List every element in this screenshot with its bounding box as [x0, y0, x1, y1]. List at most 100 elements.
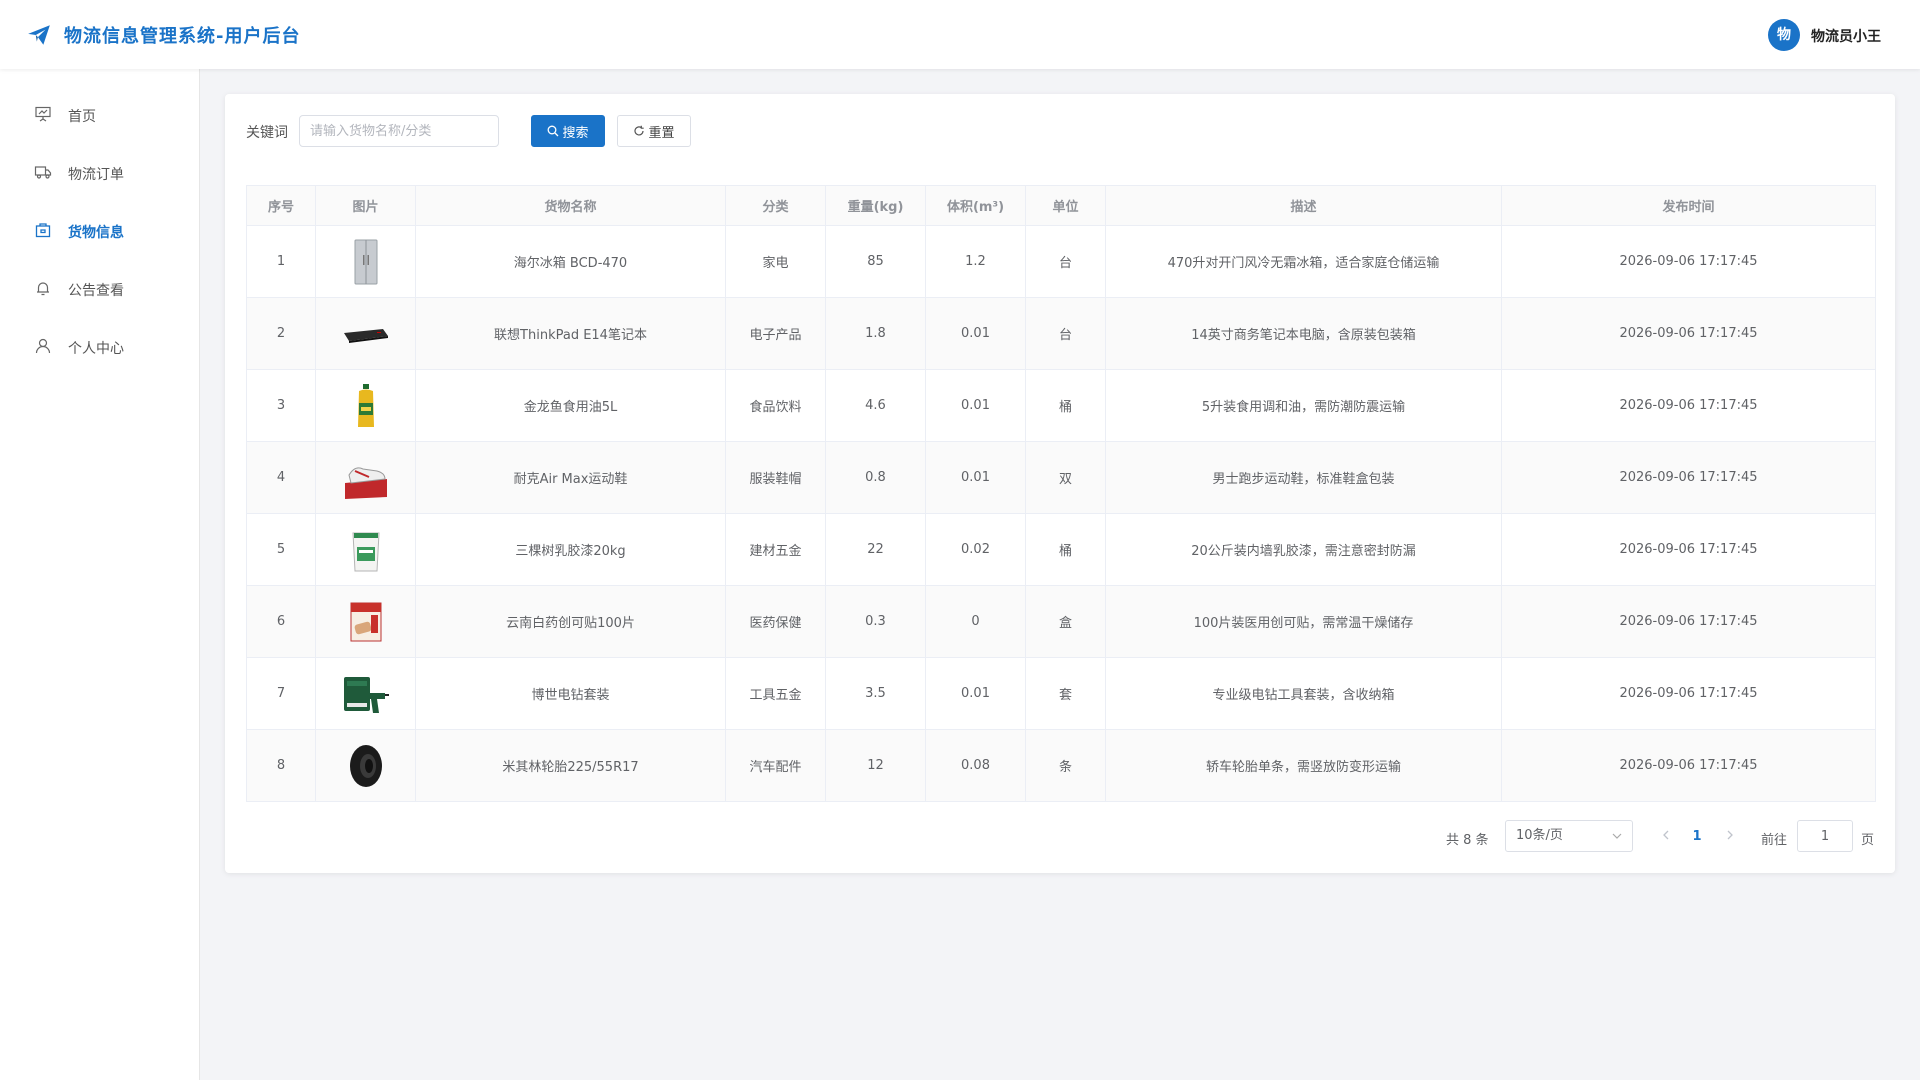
refresh-icon	[634, 125, 645, 136]
sidebar-item-notices[interactable]: 公告查看	[0, 269, 199, 309]
paper-plane-icon	[28, 25, 50, 45]
chevron-right-icon[interactable]	[1723, 828, 1737, 842]
chevron-down-icon	[1612, 833, 1622, 839]
cell-weight: 12	[825, 729, 926, 802]
cell-category: 建材五金	[725, 513, 826, 586]
chevron-left-icon[interactable]	[1659, 828, 1673, 842]
tire-image[interactable]	[341, 741, 391, 791]
page-size-value: 10条/页	[1516, 828, 1563, 843]
cell-desc: 5升装食用调和油，需防潮防震运输	[1105, 369, 1502, 442]
cell-desc: 专业级电钻工具套装，含收纳箱	[1105, 657, 1502, 730]
cell-unit: 桶	[1025, 369, 1106, 442]
table-row[interactable]: 3 金龙鱼食用油5L 食品饮料 4.6 0.01 桶 5升装食用调和油，需防潮防…	[246, 369, 1876, 442]
cell-image	[315, 513, 416, 586]
page-size-select[interactable]: 10条/页	[1505, 820, 1633, 852]
cell-weight: 0.8	[825, 441, 926, 514]
cell-image	[315, 729, 416, 802]
laptop-image[interactable]	[341, 309, 391, 359]
table-row[interactable]: 5 三棵树乳胶漆20kg 建材五金 22 0.02 桶 20公斤装内墙乳胶漆，需…	[246, 513, 1876, 586]
table-row[interactable]: 8 米其林轮胎225/55R17 汽车配件 12 0.08 条 轿车轮胎单条，需…	[246, 729, 1876, 802]
cell-unit: 套	[1025, 657, 1106, 730]
cell-category: 服装鞋帽	[725, 441, 826, 514]
cell-unit: 台	[1025, 297, 1106, 370]
refrigerator-image[interactable]	[341, 237, 391, 287]
search-icon	[548, 125, 559, 137]
search-button-label: 搜索	[562, 125, 589, 141]
cell-volume: 0.01	[925, 369, 1026, 442]
sidebar-item-label: 公告查看	[68, 283, 124, 299]
column-header[interactable]: 体积(m³)	[925, 185, 1026, 226]
cell-unit: 盒	[1025, 585, 1106, 658]
paint-bucket-image[interactable]	[341, 525, 391, 575]
cell-name: 海尔冰箱 BCD-470	[415, 225, 726, 298]
cell-weight: 85	[825, 225, 926, 298]
reset-button-label: 重置	[648, 125, 675, 141]
sidebar-item-orders[interactable]: 物流订单	[0, 153, 199, 193]
cell-desc: 男士跑步运动鞋，标准鞋盒包装	[1105, 441, 1502, 514]
sneakers-image[interactable]	[341, 453, 391, 503]
goto-page-input[interactable]	[1797, 820, 1853, 852]
goods-card: 关键词 搜索 重置 序号 图片 货物名称 分类 重量(kg) 体积(m³) 单位…	[225, 94, 1895, 873]
cell-no: 4	[246, 441, 316, 514]
search-button[interactable]: 搜索	[531, 115, 605, 147]
cell-no: 6	[246, 585, 316, 658]
avatar[interactable]: 物	[1768, 19, 1800, 51]
cell-name: 联想ThinkPad E14笔记本	[415, 297, 726, 370]
column-header[interactable]: 货物名称	[415, 185, 726, 226]
reset-button[interactable]: 重置	[617, 115, 691, 147]
sidebar-item-label: 个人中心	[68, 341, 124, 357]
sidebar-item-label: 首页	[68, 109, 96, 125]
cell-weight: 1.8	[825, 297, 926, 370]
column-header[interactable]: 序号	[246, 185, 316, 226]
goods-table: 序号 图片 货物名称 分类 重量(kg) 体积(m³) 单位 描述 发布时间 1…	[246, 185, 1876, 802]
column-header[interactable]: 单位	[1025, 185, 1106, 226]
keyword-input[interactable]	[299, 115, 499, 147]
column-header[interactable]: 图片	[315, 185, 416, 226]
column-header[interactable]: 重量(kg)	[825, 185, 926, 226]
column-header[interactable]: 描述	[1105, 185, 1502, 226]
drill-kit-image[interactable]	[341, 669, 391, 719]
cell-weight: 0.3	[825, 585, 926, 658]
cell-weight: 4.6	[825, 369, 926, 442]
cell-image	[315, 657, 416, 730]
cell-name: 米其林轮胎225/55R17	[415, 729, 726, 802]
cell-image	[315, 225, 416, 298]
cell-unit: 台	[1025, 225, 1106, 298]
cell-image	[315, 441, 416, 514]
table-row[interactable]: 1 海尔冰箱 BCD-470 家电 85 1.2 台 470升对开门风冷无霜冰箱…	[246, 225, 1876, 298]
cell-name: 云南白药创可贴100片	[415, 585, 726, 658]
sidebar-item-home[interactable]: 首页	[0, 95, 199, 135]
cell-image	[315, 369, 416, 442]
app-title: 物流信息管理系统-用户后台	[64, 26, 301, 47]
table-row[interactable]: 2 联想ThinkPad E14笔记本 电子产品 1.8 0.01 台 14英寸…	[246, 297, 1876, 370]
table-row[interactable]: 4 耐克Air Max运动鞋 服装鞋帽 0.8 0.01 双 男士跑步运动鞋，标…	[246, 441, 1876, 514]
oil-bottle-image[interactable]	[341, 381, 391, 431]
cell-category: 汽车配件	[725, 729, 826, 802]
cell-volume: 0.01	[925, 297, 1026, 370]
table-row[interactable]: 6 云南白药创可贴100片 医药保健 0.3 0 盒 100片装医用创可贴，需常…	[246, 585, 1876, 658]
cell-name: 金龙鱼食用油5L	[415, 369, 726, 442]
column-header[interactable]: 分类	[725, 185, 826, 226]
cell-no: 7	[246, 657, 316, 730]
package-icon	[35, 223, 51, 238]
table-row[interactable]: 7 博世电钻套装 工具五金 3.5 0.01 套 专业级电钻工具套装，含收纳箱 …	[246, 657, 1876, 730]
cell-no: 8	[246, 729, 316, 802]
page-suffix-label: 页	[1861, 833, 1875, 848]
cell-no: 1	[246, 225, 316, 298]
cell-category: 电子产品	[725, 297, 826, 370]
cell-volume: 0.02	[925, 513, 1026, 586]
user-icon	[35, 338, 51, 354]
bandage-box-image[interactable]	[341, 597, 391, 647]
cell-desc: 470升对开门风冷无霜冰箱，适合家庭仓储运输	[1105, 225, 1502, 298]
column-header[interactable]: 发布时间	[1501, 185, 1876, 226]
table-header-row: 序号 图片 货物名称 分类 重量(kg) 体积(m³) 单位 描述 发布时间	[246, 185, 1876, 226]
cell-name: 耐克Air Max运动鞋	[415, 441, 726, 514]
cell-image	[315, 297, 416, 370]
cell-volume: 0	[925, 585, 1026, 658]
sidebar-item-goods[interactable]: 货物信息	[0, 211, 199, 251]
sidebar-item-profile[interactable]: 个人中心	[0, 327, 199, 367]
page-number-current[interactable]: 1	[1687, 829, 1707, 844]
username[interactable]: 物流员小王	[1811, 26, 1881, 46]
cell-category: 家电	[725, 225, 826, 298]
cell-category: 食品饮料	[725, 369, 826, 442]
